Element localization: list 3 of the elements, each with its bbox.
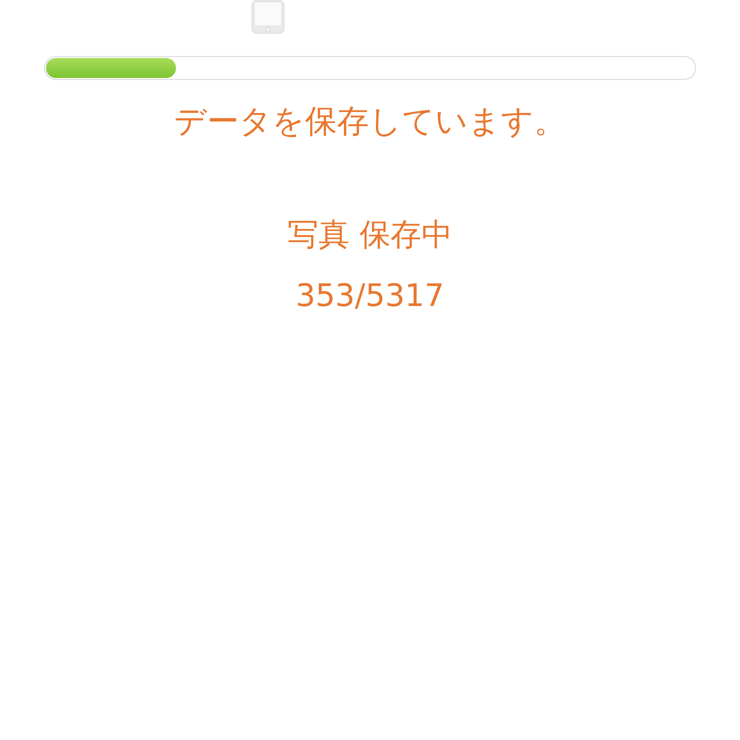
- progress-count: 353/5317: [296, 278, 444, 314]
- status-message: データを保存しています。: [174, 102, 566, 140]
- status-label: 写真 保存中: [288, 217, 452, 253]
